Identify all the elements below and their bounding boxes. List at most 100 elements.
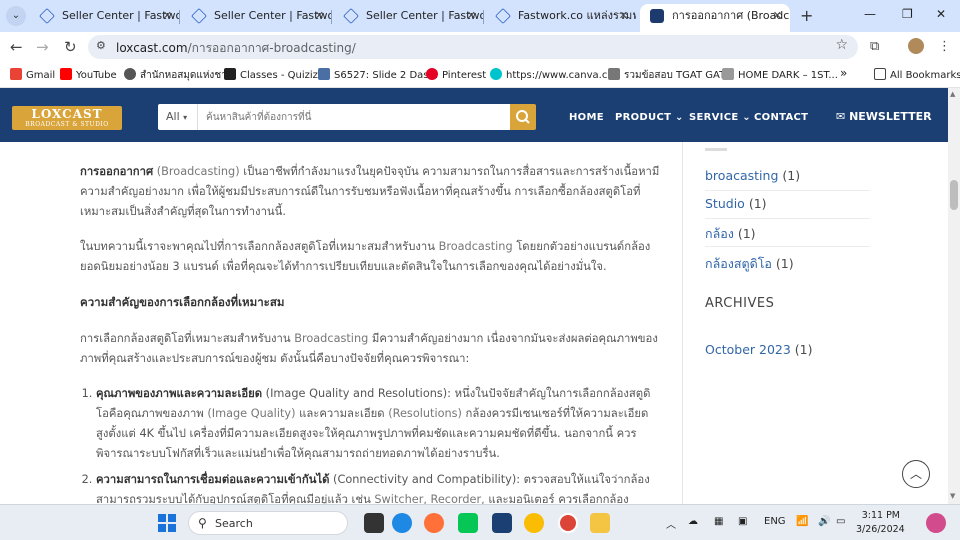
app-tray-icon[interactable]: ▣ — [738, 516, 747, 527]
bookmark-tgat[interactable]: รวมข้อสอบ TGAT GAT... — [608, 68, 734, 83]
browser-tab-4[interactable]: Fastwork.co แหล่งรวมฟรีแลนซ์ ✕ — [486, 4, 636, 32]
nav-service[interactable]: SERVICE ⌄ — [689, 112, 751, 123]
language-indicator[interactable]: ENG — [764, 516, 786, 527]
nav-contact[interactable]: CONTACT — [754, 112, 808, 123]
profile-avatar[interactable] — [908, 38, 924, 54]
nav-product[interactable]: PRODUCT ⌄ — [615, 112, 684, 123]
taskbar-clock[interactable]: 3:11 PM 3/26/2024 — [856, 509, 905, 537]
tab-separator — [483, 10, 484, 24]
cloud-icon[interactable]: ☁ — [688, 516, 698, 527]
scroll-to-top-button[interactable]: ︿ — [902, 460, 930, 488]
tag-link[interactable]: broacasting (1) — [705, 168, 800, 183]
more-bookmarks-chevron[interactable]: » — [840, 66, 847, 80]
factors-list: คุณภาพของภาพและความละเอียด (Image Qualit… — [96, 384, 660, 504]
browser-tab-2[interactable]: Seller Center | Fastwork.c ✕ — [182, 4, 332, 32]
browser-toolbar: ← → ↻ ⚙ loxcast.com/การออกอากาศ-broadcas… — [0, 32, 960, 62]
chrome-active-icon[interactable] — [558, 513, 578, 533]
tab-close-icon[interactable]: ✕ — [467, 4, 476, 28]
chevron-up-icon: ︿ — [909, 467, 922, 481]
chevron-down-icon: ⌄ — [675, 112, 684, 123]
bookmark-slides[interactable]: S6527: Slide 2 Das... — [318, 68, 438, 81]
tag-link[interactable]: กล้องสตูดิโอ (1) — [705, 254, 794, 274]
site-header: LOXCAST BROADCAST & STUDIO All ▾ HOME PR… — [0, 88, 948, 142]
bookmark-star-icon[interactable]: ☆ — [835, 37, 848, 53]
url-text[interactable]: loxcast.com/การออกอากาศ-broadcasting/ — [116, 39, 356, 58]
loxcast-logo[interactable]: LOXCAST BROADCAST & STUDIO — [12, 106, 122, 130]
sidebar-rule — [705, 148, 727, 151]
new-tab-plus-icon[interactable]: + — [800, 6, 813, 25]
chrome-icon[interactable] — [524, 513, 544, 533]
show-hidden-icons[interactable]: ︿ — [666, 516, 676, 531]
edge-icon[interactable] — [392, 513, 412, 533]
taskbar-search-label: Search — [215, 517, 253, 530]
reload-icon[interactable]: ↻ — [64, 38, 77, 56]
archive-link[interactable]: October 2023 (1) — [705, 342, 813, 357]
archives-heading: ARCHIVES — [705, 296, 775, 311]
sidebar-separator — [705, 190, 870, 191]
bookmark-pinterest[interactable]: Pinterest — [426, 68, 486, 81]
chevron-down-icon: ⌄ — [742, 112, 751, 123]
bookmark-gmail[interactable]: Gmail — [10, 68, 55, 81]
browser-menu-icon[interactable]: ⋮ — [938, 39, 951, 54]
extensions-icon[interactable]: ⧉ — [870, 39, 879, 54]
slides-icon — [318, 68, 330, 80]
bookmark-canva[interactable]: https://www.canva.c... — [490, 68, 617, 81]
line-icon[interactable] — [458, 513, 478, 533]
bookmarks-bar: Gmail YouTube สำนักหอสมุดแห่งชาติ Classe… — [0, 62, 960, 88]
file-explorer-icon[interactable] — [590, 513, 610, 533]
taskbar-search[interactable]: ⚲ Search — [188, 511, 348, 535]
windows-start-icon[interactable] — [158, 514, 176, 532]
bookmark-youtube[interactable]: YouTube — [60, 68, 117, 81]
volume-icon[interactable]: 🔊 — [818, 516, 830, 527]
search-category-select[interactable]: All ▾ — [158, 104, 198, 130]
tag-link[interactable]: กล้อง (1) — [705, 224, 756, 244]
address-bar[interactable]: ⚙ loxcast.com/การออกอากาศ-broadcasting/ … — [88, 35, 858, 59]
home-dark-icon — [722, 68, 734, 80]
copilot-icon[interactable] — [926, 513, 946, 533]
loxcast-icon — [650, 9, 664, 23]
tab-close-icon[interactable]: ✕ — [315, 4, 324, 28]
tab-search-button[interactable]: ⌄ — [6, 6, 26, 26]
logo-main-text: LOXCAST — [31, 107, 103, 121]
browser-tab-1[interactable]: Seller Center | Fastwork.c ✕ — [30, 4, 180, 32]
tab-close-icon[interactable]: ✕ — [619, 4, 628, 28]
list-item: ความสามารถในการเชื่อมต่อและความเข้ากันได… — [96, 470, 660, 504]
page-scrollbar[interactable]: ▲ ▼ — [948, 88, 960, 504]
newsletter-link[interactable]: ✉ NEWSLETTER — [836, 110, 932, 123]
wifi-icon[interactable]: 📶 — [796, 516, 808, 527]
l-app-icon[interactable] — [492, 513, 512, 533]
browser-tab-3[interactable]: Seller Center | Fastwork.c ✕ — [334, 4, 484, 32]
search-icon: ⚲ — [198, 516, 207, 530]
site-info-icon[interactable]: ⚙ — [96, 39, 106, 52]
bookmark-national-library[interactable]: สำนักหอสมุดแห่งชาติ — [124, 68, 233, 83]
product-search-input[interactable] — [198, 104, 510, 130]
canva-icon — [490, 68, 502, 80]
minimize-icon[interactable]: — — [864, 7, 876, 21]
search-button[interactable] — [510, 104, 536, 130]
firefox-icon[interactable] — [424, 513, 444, 533]
tab-close-icon[interactable]: ✕ — [163, 4, 172, 28]
quizizz-icon — [224, 68, 236, 80]
tag-link[interactable]: Studio (1) — [705, 196, 767, 211]
widgets-icon[interactable]: ▦ — [714, 516, 723, 527]
scrollbar-thumb[interactable] — [950, 180, 958, 210]
battery-icon[interactable]: ▭ — [836, 516, 845, 527]
back-arrow-icon[interactable]: ← — [10, 38, 23, 56]
bookmark-quizizz[interactable]: Classes - Quizizz — [224, 68, 323, 81]
close-window-icon[interactable]: ✕ — [936, 7, 946, 21]
browser-tab-5-active[interactable]: การออกอากาศ (Broadcasting) ✕ — [640, 4, 790, 32]
article-body: การออกอากาศ (Broadcasting) เป็นอาชีพที่ก… — [80, 162, 660, 504]
scroll-down-arrow-icon[interactable]: ▼ — [950, 492, 955, 500]
folder-icon — [874, 68, 886, 80]
clock-time: 3:11 PM — [861, 510, 900, 521]
scroll-up-arrow-icon[interactable]: ▲ — [950, 90, 955, 98]
tab-close-icon[interactable]: ✕ — [773, 4, 782, 28]
sidebar-separator — [705, 218, 870, 219]
task-view-icon[interactable] — [364, 513, 384, 533]
search-icon — [516, 110, 530, 124]
restore-icon[interactable]: ❐ — [902, 7, 913, 21]
forward-arrow-icon[interactable]: → — [36, 38, 49, 56]
all-bookmarks[interactable]: All Bookmarks — [874, 68, 960, 81]
bookmark-home-dark[interactable]: HOME DARK – 1ST... — [722, 68, 838, 81]
nav-home[interactable]: HOME — [569, 112, 604, 123]
